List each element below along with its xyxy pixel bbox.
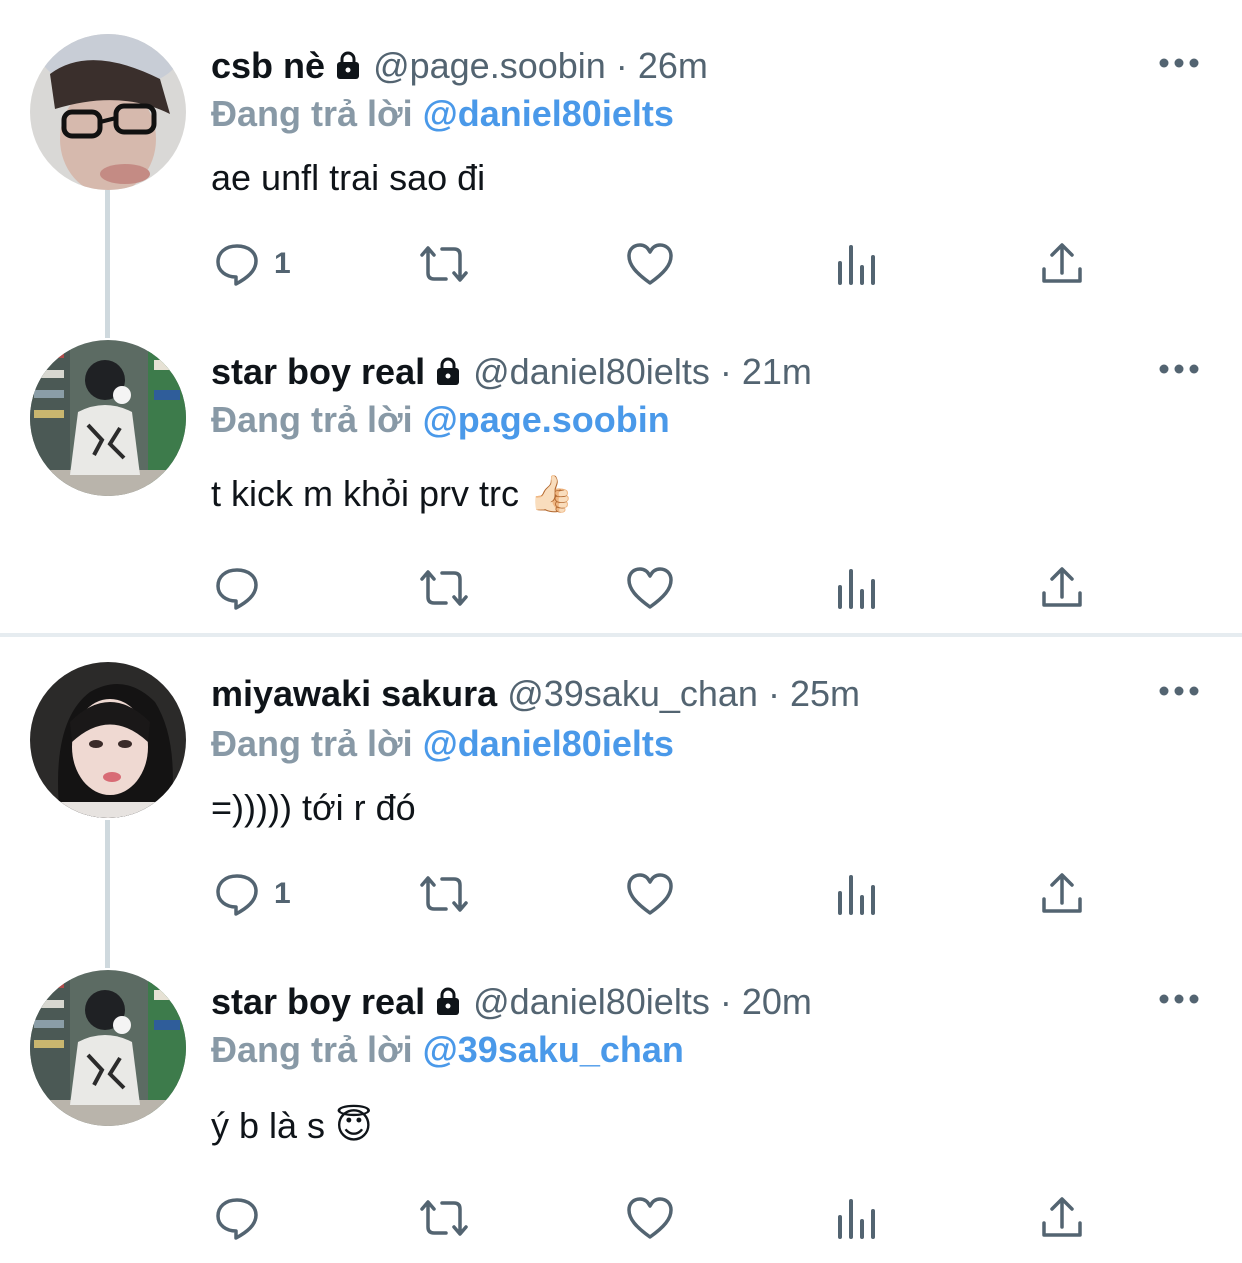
heart-icon	[627, 567, 673, 609]
lock-icon	[333, 46, 363, 90]
like-button[interactable]	[626, 558, 674, 618]
user-handle[interactable]: @daniel80ielts	[473, 981, 710, 1022]
retweet-icon	[420, 876, 468, 912]
share-icon	[1042, 567, 1082, 607]
analytics-button[interactable]	[836, 558, 878, 618]
mention-link[interactable]: @39saku_chan	[423, 1029, 684, 1070]
tweet-text: =))))) tới r đó	[211, 787, 416, 828]
tweet-header: star boy real @daniel80ielts · 21m	[211, 350, 812, 396]
reply-prefix: Đang trả lời	[211, 93, 413, 134]
analytics-icon	[838, 569, 875, 609]
more-icon[interactable]	[1158, 992, 1200, 1006]
tweet[interactable]: miyawaki sakura @39saku_chan · 25m Đang …	[0, 662, 1242, 952]
heart-icon	[627, 1197, 673, 1239]
retweet-button[interactable]	[416, 234, 472, 294]
user-handle[interactable]: @39saku_chan	[507, 673, 758, 714]
mention-link[interactable]: @page.soobin	[423, 399, 670, 440]
reply-prefix: Đang trả lời	[211, 1029, 413, 1070]
tweet-header: miyawaki sakura @39saku_chan · 25m	[211, 672, 860, 716]
user-handle[interactable]: @page.soobin	[373, 45, 606, 86]
analytics-icon	[838, 875, 875, 915]
action-bar	[0, 558, 1242, 618]
timestamp[interactable]: 20m	[742, 981, 812, 1022]
separator-dot: ·	[767, 673, 780, 714]
share-button[interactable]	[1040, 558, 1084, 618]
display-name[interactable]: miyawaki sakura	[211, 673, 497, 714]
mention-link[interactable]: @daniel80ielts	[423, 93, 674, 134]
conversation-divider	[0, 633, 1242, 637]
heart-icon	[627, 243, 673, 285]
tweet-text: t kick m khỏi prv trc 👍🏻	[211, 473, 574, 514]
action-bar	[0, 1188, 1242, 1248]
avatar[interactable]	[30, 34, 186, 190]
retweet-button[interactable]	[416, 558, 472, 618]
reply-icon	[216, 244, 258, 286]
lock-icon	[433, 982, 463, 1026]
retweet-button[interactable]	[416, 1188, 472, 1248]
share-icon	[1042, 243, 1082, 283]
display-name[interactable]: star boy real	[211, 351, 425, 392]
tweet-header: csb nè @page.soobin · 26m	[211, 44, 708, 90]
replying-to: Đang trả lời @daniel80ielts	[211, 92, 674, 136]
reply-button[interactable]	[214, 558, 274, 618]
more-icon[interactable]	[1158, 362, 1200, 376]
tweet[interactable]: csb nè @page.soobin · 26m Đang trả lời @…	[0, 34, 1242, 314]
analytics-button[interactable]	[836, 864, 878, 924]
like-button[interactable]	[626, 234, 674, 294]
reply-prefix: Đang trả lời	[211, 723, 413, 764]
separator-dot: ·	[615, 45, 628, 86]
analytics-icon	[838, 245, 875, 285]
retweet-icon	[420, 1200, 468, 1236]
lock-icon	[433, 352, 463, 396]
tweet[interactable]: star boy real @daniel80ielts · 21m Đang …	[0, 340, 1242, 630]
share-button[interactable]	[1040, 864, 1084, 924]
analytics-icon	[838, 1199, 875, 1239]
reply-button[interactable]: 1	[214, 234, 291, 294]
user-handle[interactable]: @daniel80ielts	[473, 351, 710, 392]
avatar[interactable]	[30, 970, 186, 1126]
tweet[interactable]: star boy real @daniel80ielts · 20m Đang …	[0, 970, 1242, 1260]
tweet-text: ae unfl trai sao đi	[211, 157, 486, 198]
separator-dot: ·	[719, 981, 732, 1022]
heart-icon	[627, 873, 673, 915]
reply-count: 1	[274, 247, 291, 280]
share-icon	[1042, 1197, 1082, 1237]
avatar[interactable]	[30, 662, 186, 818]
retweet-icon	[420, 570, 468, 606]
retweet-button[interactable]	[416, 864, 472, 924]
timestamp[interactable]: 25m	[790, 673, 860, 714]
tweet-header: star boy real @daniel80ielts · 20m	[211, 980, 812, 1026]
reply-button[interactable]	[214, 1188, 274, 1248]
reply-button[interactable]: 1	[214, 864, 291, 924]
tweet-text: ý b là s 😇	[211, 1105, 373, 1146]
share-button[interactable]	[1040, 234, 1084, 294]
reply-icon	[216, 568, 258, 610]
share-button[interactable]	[1040, 1188, 1084, 1248]
analytics-button[interactable]	[836, 1188, 878, 1248]
like-button[interactable]	[626, 1188, 674, 1248]
like-button[interactable]	[626, 864, 674, 924]
replying-to: Đang trả lời @39saku_chan	[211, 1028, 684, 1072]
reply-count: 1	[274, 877, 291, 910]
replying-to: Đang trả lời @daniel80ielts	[211, 722, 674, 766]
share-icon	[1042, 873, 1082, 913]
avatar[interactable]	[30, 340, 186, 496]
display-name[interactable]: star boy real	[211, 981, 425, 1022]
reply-icon	[216, 874, 258, 916]
action-bar: 1	[0, 864, 1242, 924]
timestamp[interactable]: 21m	[742, 351, 812, 392]
reply-prefix: Đang trả lời	[211, 399, 413, 440]
more-icon[interactable]	[1158, 56, 1200, 70]
action-bar: 1	[0, 234, 1242, 294]
timestamp[interactable]: 26m	[638, 45, 708, 86]
analytics-button[interactable]	[836, 234, 878, 294]
replying-to: Đang trả lời @page.soobin	[211, 398, 670, 442]
more-icon[interactable]	[1158, 684, 1200, 698]
mention-link[interactable]: @daniel80ielts	[423, 723, 674, 764]
reply-icon	[216, 1198, 258, 1240]
display-name[interactable]: csb nè	[211, 45, 325, 86]
separator-dot: ·	[719, 351, 732, 392]
retweet-icon	[420, 246, 468, 282]
